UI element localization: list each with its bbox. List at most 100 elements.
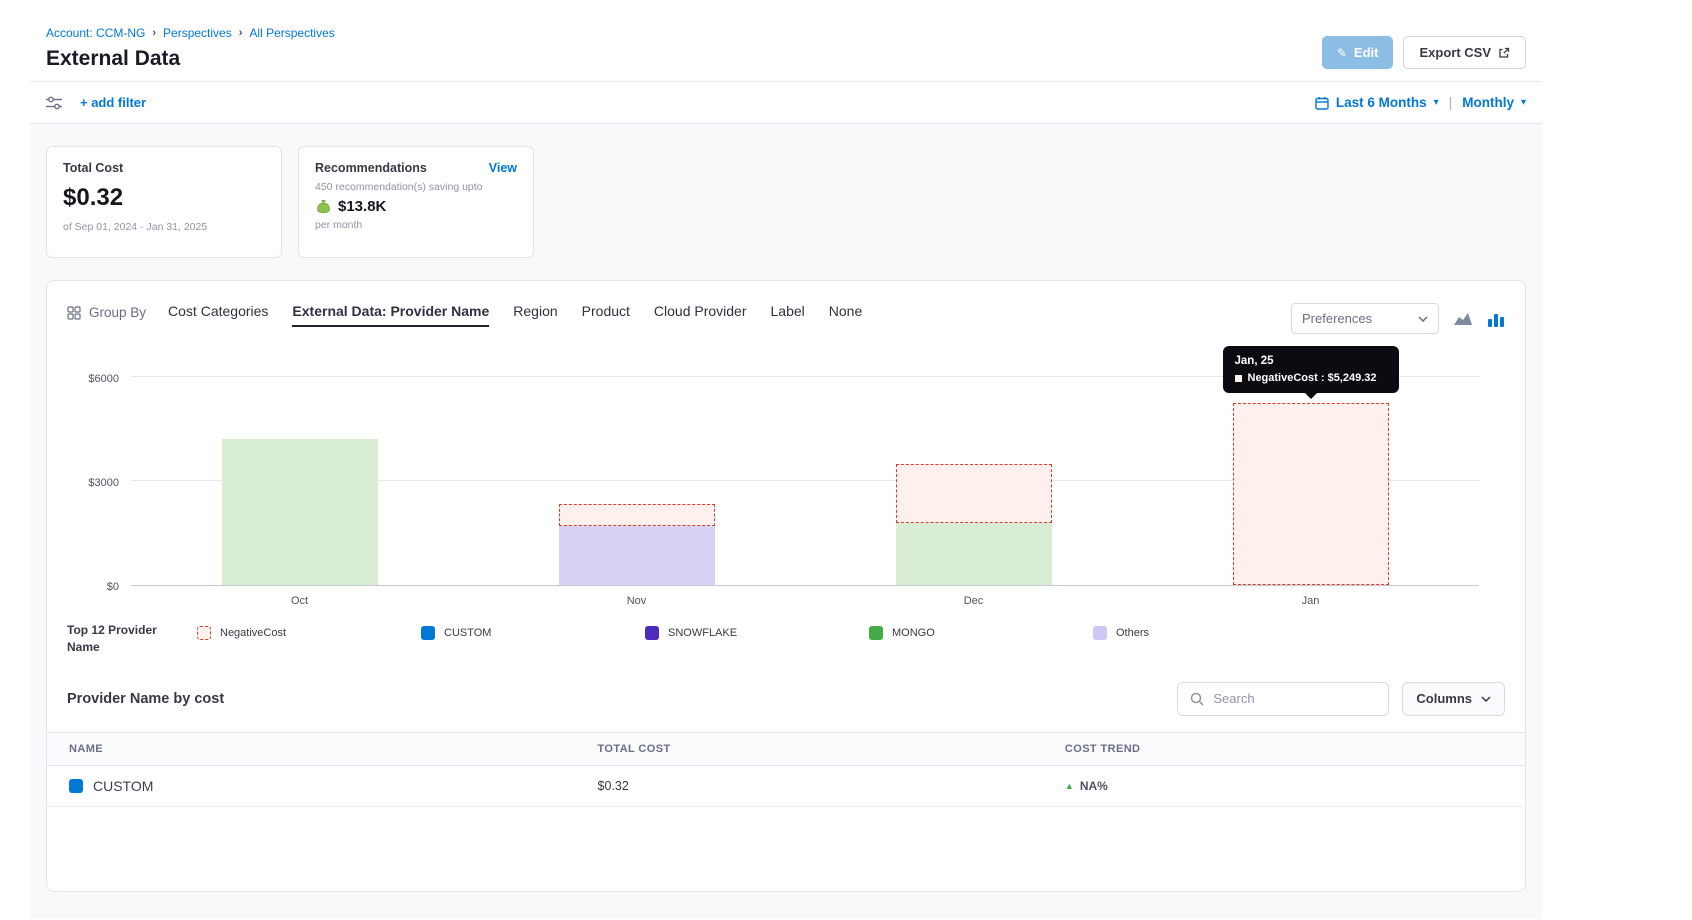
edit-button-label: Edit	[1354, 45, 1379, 60]
groupby-tab[interactable]: External Data: Provider Name	[292, 303, 489, 327]
external-link-icon	[1498, 47, 1510, 59]
preferences-label: Preferences	[1302, 311, 1372, 326]
bar-segment-NegativeCost[interactable]	[559, 504, 715, 526]
table-header-cell[interactable]: TOTAL COST	[598, 743, 1065, 755]
table-header-cell[interactable]: COST TREND	[1065, 743, 1525, 755]
groupby-tab[interactable]: None	[829, 303, 862, 327]
legend-swatch	[645, 626, 659, 640]
granularity-dropdown[interactable]: Monthly	[1462, 95, 1514, 110]
recommendations-card: Recommendations View 450 recommendation(…	[298, 146, 534, 258]
bar-stack[interactable]	[559, 504, 715, 585]
groupby-tab[interactable]: Cost Categories	[168, 303, 268, 327]
legend-item-custom[interactable]: CUSTOM	[421, 626, 645, 640]
bar-slot-oct	[131, 378, 468, 585]
money-bag-icon	[315, 199, 332, 214]
bar-segment-NegativeCost[interactable]	[1233, 403, 1389, 585]
breadcrumb-item[interactable]: Perspectives	[163, 26, 232, 40]
groupby-tab[interactable]: Label	[771, 303, 805, 327]
recommendations-cadence: per month	[315, 219, 517, 231]
chart-area: Jan, 25 NegativeCost : $5,249.32 OctNovD…	[67, 338, 1505, 610]
search-input[interactable]	[1213, 691, 1376, 706]
date-range-dropdown[interactable]: Last 6 Months	[1336, 95, 1427, 110]
bar-segment-NegativeCost[interactable]	[896, 464, 1052, 523]
columns-button-label: Columns	[1416, 691, 1472, 706]
table-section-head: Provider Name by cost Columns	[67, 682, 1505, 716]
chevron-down-icon[interactable]: ▾	[1434, 97, 1439, 108]
table-header-cell[interactable]: NAME	[69, 743, 598, 755]
edit-button[interactable]: ✎ Edit	[1322, 36, 1394, 69]
add-filter-button[interactable]: + add filter	[80, 95, 146, 110]
bar-slot-jan	[1142, 378, 1479, 585]
chart-bars	[131, 378, 1479, 585]
calendar-icon	[1315, 96, 1329, 110]
legend-item-negativecost[interactable]: NegativeCost	[197, 626, 421, 640]
groupby-tab[interactable]: Region	[513, 303, 557, 327]
legend-item-mongo[interactable]: MONGO	[869, 626, 1093, 640]
page-header: Account: CCM-NG › Perspectives › All Perspec…	[30, 0, 1542, 81]
tooltip-series-marker	[1235, 375, 1242, 382]
total-cost-value: $0.32	[63, 184, 265, 212]
chevron-down-icon[interactable]: ▾	[1521, 97, 1526, 108]
trend-value: NA%	[1080, 779, 1108, 793]
row-total-cost: $0.32	[598, 779, 1065, 793]
breadcrumb: Account: CCM-NG › Perspectives › All Perspec…	[46, 26, 335, 40]
groupby-row: Group By Cost Categories External Data: P…	[67, 303, 1505, 334]
bar-stack[interactable]	[896, 464, 1052, 585]
groupby-right: Preferences	[1291, 303, 1505, 334]
row-name-cell: CUSTOM	[69, 778, 598, 794]
tooltip-text: NegativeCost : $5,249.32	[1248, 372, 1377, 384]
breadcrumb-item[interactable]: Account: CCM-NG	[46, 26, 145, 40]
filter-bar: + add filter Last 6 Months ▾ | Monthly ▾	[30, 81, 1542, 124]
table-header-row: NAMETOTAL COSTCOST TREND	[47, 732, 1525, 766]
export-csv-button[interactable]: Export CSV	[1403, 36, 1526, 69]
legend-swatch	[869, 626, 883, 640]
bar-stack[interactable]	[1233, 403, 1389, 585]
legend-swatch	[1093, 626, 1107, 640]
y-axis-tick: $6000	[67, 373, 119, 385]
y-axis-tick: $3000	[67, 477, 119, 489]
chevron-down-icon	[1481, 696, 1491, 702]
area-chart-icon[interactable]	[1453, 311, 1473, 327]
legend-label: Others	[1116, 627, 1149, 639]
table-body: CUSTOM $0.32▲ NA%	[47, 766, 1525, 807]
breadcrumb-separator-icon: ›	[152, 27, 156, 39]
legend-item-others[interactable]: Others	[1093, 626, 1317, 640]
recommendations-view-link[interactable]: View	[489, 161, 517, 175]
summary-cards: Total Cost $0.32 of Sep 01, 2024 - Jan 3…	[46, 146, 1526, 258]
table-controls: Columns	[1177, 682, 1505, 716]
x-axis-label: Oct	[131, 588, 468, 610]
search-box	[1177, 682, 1389, 716]
filter-settings-icon[interactable]	[46, 96, 62, 110]
grid-icon	[67, 306, 81, 320]
divider: |	[1449, 95, 1453, 110]
provider-name: CUSTOM	[93, 778, 153, 794]
date-range-controls: Last 6 Months ▾ | Monthly ▾	[1315, 95, 1526, 110]
total-cost-label: Total Cost	[63, 161, 265, 175]
groupby-tab[interactable]: Product	[582, 303, 630, 327]
groupby-tab[interactable]: Cloud Provider	[654, 303, 747, 327]
perspective-panel: Group By Cost Categories External Data: P…	[46, 280, 1526, 892]
trend-up-icon: ▲	[1065, 781, 1074, 791]
bar-segment-SNOWFLAKE[interactable]	[559, 526, 715, 585]
x-axis-label: Dec	[805, 588, 1142, 610]
y-axis-tick: $0	[67, 581, 119, 593]
bar-chart-icon[interactable]	[1487, 311, 1505, 327]
chevron-down-icon	[1418, 316, 1428, 322]
legend-item-snowflake[interactable]: SNOWFLAKE	[645, 626, 869, 640]
groupby-label: Group By	[89, 305, 146, 320]
bar-slot-nov	[468, 378, 805, 585]
legend-label: CUSTOM	[444, 627, 491, 639]
export-csv-label: Export CSV	[1419, 45, 1491, 60]
total-cost-card: Total Cost $0.32 of Sep 01, 2024 - Jan 3…	[46, 146, 282, 258]
bar-stack[interactable]	[222, 439, 378, 585]
breadcrumb-separator-icon: ›	[239, 27, 243, 39]
page-content: Total Cost $0.32 of Sep 01, 2024 - Jan 3…	[30, 124, 1542, 919]
bar-segment-MONGO[interactable]	[896, 523, 1052, 585]
legend-items: NegativeCost CUSTOM SNOWFLAKEMONGO Others	[197, 622, 1317, 640]
columns-button[interactable]: Columns	[1402, 682, 1505, 716]
breadcrumb-item[interactable]: All Perspectives	[249, 26, 334, 40]
preferences-dropdown[interactable]: Preferences	[1291, 303, 1439, 334]
bar-segment-MONGO[interactable]	[222, 439, 378, 585]
legend-label: NegativeCost	[220, 627, 286, 639]
table-row[interactable]: CUSTOM $0.32▲ NA%	[47, 766, 1525, 807]
